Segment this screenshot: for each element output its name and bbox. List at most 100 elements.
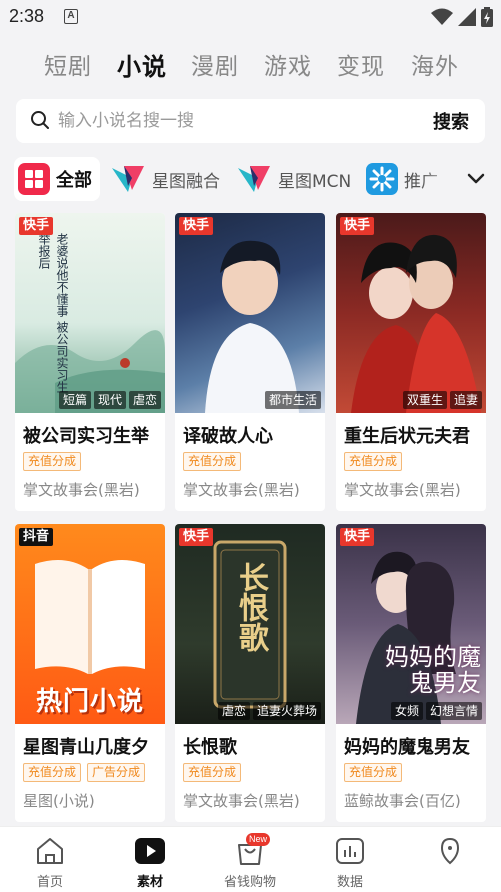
cover-title-art: 妈妈的魔鬼男友 [385, 643, 481, 697]
revenue-badge: 充值分成 [344, 763, 403, 782]
revenue-badge: 充值分成 [23, 763, 82, 782]
book-card[interactable]: 长恨歌 快手 虐恋 追妻火葬场 长恨歌 充值分成 掌文故事会(黑岩) [175, 524, 325, 822]
chevron-down-icon[interactable] [465, 167, 487, 189]
status-bar: 2:38 A [0, 0, 501, 36]
battery-icon [481, 7, 493, 27]
revenue-badge: 充值分成 [344, 452, 403, 471]
top-tabs: 短剧 小说 漫剧 游戏 变现 海外 [0, 40, 501, 88]
nav-label: 素材 [136, 875, 163, 890]
book-cover: 快手 都市生活 [175, 213, 325, 413]
book-cover: 妈妈的魔鬼男友 快手 女频 幻想言情 [336, 524, 486, 724]
bottom-nav: 首页 素材 省钱购物 New 数据 [0, 826, 501, 892]
search-input[interactable] [58, 109, 398, 133]
tag-list: 虐恋 追妻火葬场 [217, 702, 321, 720]
category-fade [420, 157, 460, 201]
tag-chip: 双重生 [402, 391, 447, 409]
book-title: 长恨歌 [183, 737, 237, 758]
category-label: 星图融合 [152, 171, 220, 192]
notification-a-icon: A [64, 9, 78, 24]
platform-badge: 快手 [179, 217, 214, 235]
revenue-badge: 广告分成 [87, 763, 146, 782]
tag-chip: 虐恋 [128, 391, 161, 409]
badge-list: 充值分成 [344, 452, 403, 471]
book-title: 妈妈的魔鬼男友 [344, 737, 470, 758]
nav-label: 数据 [336, 875, 363, 890]
category-xingtu-mcn[interactable]: 星图MCN [236, 157, 351, 201]
tag-chip: 虐恋 [217, 702, 250, 720]
tag-chip: 女频 [390, 702, 423, 720]
tab-xiaoshuo[interactable]: 小说 [117, 47, 167, 82]
category-all[interactable]: 全部 [14, 157, 100, 201]
tag-chip: 追妻火葬场 [252, 702, 321, 720]
book-cover: 快手 双重生 追妻 [336, 213, 486, 413]
platform-badge: 快手 [179, 528, 214, 546]
badge-list: 充值分成 广告分成 [23, 763, 146, 782]
tag-chip: 现代 [93, 391, 126, 409]
book-cover: 老婆说他不懂事 被公司实习生举报后 快手 短篇 现代 虐恋 [15, 213, 165, 413]
tag-list: 女频 幻想言情 [390, 702, 482, 720]
category-xingtu-ronghe[interactable]: 星图融合 [110, 157, 220, 201]
tab-duanju[interactable]: 短剧 [44, 47, 92, 81]
nav-label: 首页 [36, 875, 63, 890]
book-card[interactable]: 快手 都市生活 译破故人心 充值分成 掌文故事会(黑岩) [175, 213, 325, 511]
tag-chip: 都市生活 [264, 391, 321, 409]
xingtu-logo-icon [238, 166, 270, 192]
nav-home[interactable]: 首页 [0, 827, 100, 892]
search-button[interactable]: 搜索 [433, 108, 469, 134]
nav-label: 省钱购物 [223, 875, 276, 890]
character-illustration [351, 234, 481, 413]
platform-badge: 快手 [340, 217, 375, 235]
publisher: 掌文故事会(黑岩) [23, 481, 140, 499]
badge-list: 充值分成 [183, 452, 242, 471]
character-illustration [205, 240, 299, 413]
book-card[interactable]: 热门小说 抖音 星图青山几度夕 充值分成 广告分成 星图(小说) [15, 524, 165, 822]
revenue-badge: 充值分成 [23, 452, 82, 471]
tab-manju[interactable]: 漫剧 [191, 47, 239, 81]
publisher: 掌文故事会(黑岩) [344, 481, 461, 499]
tag-chip: 幻想言情 [425, 702, 482, 720]
publisher: 蓝鲸故事会(百亿) [344, 792, 461, 810]
xingtu-logo-icon [112, 166, 144, 192]
tag-chip: 短篇 [58, 391, 91, 409]
cover-headline: 热门小说 [35, 687, 144, 717]
signal-icon [458, 8, 476, 26]
platform-badge: 快手 [19, 217, 54, 235]
tab-youxi[interactable]: 游戏 [264, 47, 312, 81]
tag-chip: 追妻 [449, 391, 482, 409]
category-label: 全部 [56, 170, 92, 191]
tab-bianxian[interactable]: 变现 [337, 47, 385, 81]
category-label: 星图MCN [278, 171, 352, 192]
play-icon [135, 838, 165, 864]
book-cover: 长恨歌 快手 虐恋 追妻火葬场 [175, 524, 325, 724]
publisher: 掌文故事会(黑岩) [183, 792, 300, 810]
profile-icon [440, 837, 460, 865]
category-row: 全部 星图融合 星图MCN 推广 [0, 157, 501, 203]
cover-title-art: 长恨歌 [233, 562, 268, 652]
nav-sucai[interactable]: 素材 [100, 827, 200, 892]
promo-icon [366, 163, 398, 195]
badge-list: 充值分成 [23, 452, 82, 471]
publisher: 掌文故事会(黑岩) [183, 481, 300, 499]
nav-profile[interactable] [400, 827, 500, 892]
nav-data[interactable]: 数据 [300, 827, 400, 892]
book-title: 被公司实习生举 [23, 426, 149, 447]
platform-badge: 快手 [340, 528, 375, 546]
book-title: 重生后状元夫君 [344, 426, 470, 447]
wifi-icon [431, 8, 453, 25]
grid-icon [18, 163, 50, 195]
book-card[interactable]: 妈妈的魔鬼男友 快手 女频 幻想言情 妈妈的魔鬼男友 充值分成 蓝鲸故事会(百亿… [336, 524, 486, 822]
new-badge: New [246, 833, 271, 846]
tag-list: 短篇 现代 虐恋 [58, 391, 161, 409]
badge-list: 充值分成 [344, 763, 403, 782]
book-card[interactable]: 老婆说他不懂事 被公司实习生举报后 快手 短篇 现代 虐恋 被公司实习生举 充值… [15, 213, 165, 511]
book-title: 星图青山几度夕 [23, 737, 149, 758]
book-title: 译破故人心 [183, 426, 273, 447]
bar-chart-icon [336, 838, 364, 864]
book-card[interactable]: 快手 双重生 追妻 重生后状元夫君 充值分成 掌文故事会(黑岩) [336, 213, 486, 511]
search-bar: 搜索 [16, 99, 485, 143]
book-cover: 热门小说 抖音 [15, 524, 165, 724]
tab-haiwai[interactable]: 海外 [411, 47, 459, 81]
search-icon [31, 111, 49, 129]
revenue-badge: 充值分成 [183, 763, 242, 782]
badge-list: 充值分成 [183, 763, 242, 782]
